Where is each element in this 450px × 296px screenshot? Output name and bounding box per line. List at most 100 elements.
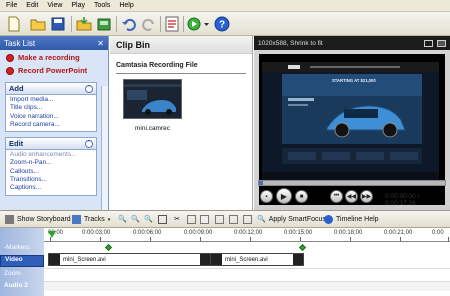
clip-name: mini.camrec bbox=[134, 125, 171, 132]
clip-bin-panel: Clip Bin Camtasia Recording File mini.ca… bbox=[110, 36, 253, 210]
video-preview[interactable]: STARTING AT $21,000 bbox=[262, 62, 439, 186]
tick-label: 0:00 bbox=[432, 230, 444, 236]
stop-playback-button[interactable]: ■ bbox=[295, 190, 308, 203]
forward-button[interactable]: ▶▶ bbox=[360, 190, 373, 203]
zoom-out-icon[interactable]: 🔍 bbox=[131, 215, 140, 223]
storyboard-icon bbox=[5, 215, 14, 224]
close-icon[interactable]: ✕ bbox=[97, 39, 104, 48]
redo-icon[interactable] bbox=[141, 16, 157, 32]
film-icon bbox=[49, 254, 60, 265]
timeline-help-label: Timeline Help bbox=[336, 216, 379, 223]
audio-enhancements-link[interactable]: Audio enhancements... bbox=[10, 151, 92, 159]
menu-help[interactable]: Help bbox=[119, 2, 133, 9]
video-track-label[interactable]: Video bbox=[0, 255, 44, 267]
menu-tools[interactable]: Tools bbox=[94, 2, 110, 9]
detach-icon[interactable] bbox=[437, 39, 446, 47]
toolbar-separator bbox=[71, 16, 72, 32]
markers-track bbox=[44, 243, 450, 253]
edit-group-title: Edit bbox=[9, 139, 24, 149]
apply-smartfocus-label: Apply SmartFocus bbox=[268, 215, 326, 223]
produce-icon[interactable] bbox=[187, 16, 203, 32]
record-camera-link[interactable]: Record camera... bbox=[10, 121, 92, 129]
edit-group-header[interactable]: Edit ⌃ bbox=[5, 137, 97, 150]
video-track: mini_Screen.avi mini_Screen.avi bbox=[44, 253, 450, 267]
checklist-icon[interactable] bbox=[164, 16, 180, 32]
film-icon bbox=[200, 254, 210, 265]
paste-icon[interactable] bbox=[200, 215, 209, 224]
collapse-icon[interactable]: ⌃ bbox=[85, 84, 93, 93]
import-icon[interactable] bbox=[76, 16, 92, 32]
svg-text:?: ? bbox=[219, 20, 225, 31]
tick-label: 0:00:06;00 bbox=[133, 230, 162, 236]
apply-smartfocus-button[interactable]: 🔍 Apply SmartFocus bbox=[257, 215, 326, 224]
marker-icon[interactable] bbox=[243, 215, 252, 224]
save-icon[interactable] bbox=[50, 16, 66, 32]
play-button[interactable]: ▶ bbox=[276, 188, 292, 204]
tracks-button[interactable]: Tracks ▾ bbox=[72, 215, 110, 224]
time-ruler[interactable]: 00:00 0:00:03;00 0:00:06;00 0:00:09;00 0… bbox=[44, 228, 450, 242]
task-list-scrollbar[interactable] bbox=[101, 86, 108, 210]
task-list-panel: Task List ✕ Make a recording Record Powe… bbox=[0, 36, 109, 210]
timeline-help-button[interactable]: Timeline Help bbox=[324, 215, 379, 224]
video-clip[interactable]: mini_Screen.avi bbox=[210, 253, 304, 266]
markers-track-label: -Markers bbox=[4, 244, 30, 251]
playhead[interactable] bbox=[48, 231, 56, 238]
record-icon bbox=[6, 53, 14, 62]
playback-progress[interactable] bbox=[258, 180, 446, 186]
audio-2-track-label: Audio 2 bbox=[4, 282, 28, 289]
edit-group-body: Audio enhancements... Zoom-n-Pan... Call… bbox=[5, 149, 97, 196]
zoom-fit-icon[interactable]: 🔍 bbox=[144, 215, 153, 223]
voice-narration-link[interactable]: Voice narration... bbox=[10, 113, 92, 121]
stop-button[interactable]: ▪ bbox=[260, 190, 273, 203]
playback-progress-fill bbox=[259, 181, 263, 185]
menu-edit[interactable]: Edit bbox=[26, 2, 38, 9]
toolbar-separator bbox=[183, 16, 184, 32]
menu-play[interactable]: Play bbox=[71, 2, 85, 9]
menu-file[interactable]: File bbox=[6, 2, 17, 9]
record-powerpoint-link[interactable]: Record PowerPoint bbox=[0, 65, 108, 78]
marker[interactable] bbox=[104, 243, 113, 252]
rewind-button[interactable]: ◀◀ bbox=[345, 190, 358, 203]
clip-thumbnail[interactable] bbox=[123, 79, 182, 119]
marker[interactable] bbox=[298, 243, 307, 252]
captions-link[interactable]: Captions... bbox=[10, 184, 92, 192]
task-list-header: Task List ✕ bbox=[0, 36, 108, 50]
jump-start-button[interactable]: ⏮ bbox=[330, 190, 343, 203]
collapse-icon[interactable]: ⌃ bbox=[85, 139, 93, 148]
title-clips-link[interactable]: Title clips... bbox=[10, 104, 92, 112]
help-icon[interactable]: ? bbox=[214, 16, 230, 32]
video-clip-label: mini_Screen.avi bbox=[63, 256, 106, 263]
undo-icon[interactable] bbox=[121, 16, 137, 32]
cut-icon[interactable]: ✂ bbox=[174, 215, 180, 223]
add-group-header[interactable]: Add ⌃ bbox=[5, 82, 97, 94]
add-group-body: Import media... Title clips... Voice nar… bbox=[5, 94, 97, 133]
fullscreen-icon[interactable] bbox=[424, 39, 433, 47]
zoom-in-icon[interactable]: 🔍 bbox=[118, 215, 127, 223]
clip-bin-title: Clip Bin bbox=[110, 36, 252, 54]
zoom-track-label: Zoom bbox=[4, 270, 21, 277]
transitions-link[interactable]: Transitions... bbox=[10, 176, 92, 184]
zoom-n-pan-link[interactable]: Zoom-n-Pan... bbox=[10, 159, 92, 167]
callouts-link[interactable]: Callouts... bbox=[10, 168, 92, 176]
make-recording-link[interactable]: Make a recording bbox=[0, 50, 108, 65]
split-icon[interactable] bbox=[158, 215, 167, 224]
extend-frame-icon[interactable] bbox=[229, 215, 238, 224]
tick-label: 0:00:15;00 bbox=[284, 230, 313, 236]
menu-bar: File Edit View Play Tools Help bbox=[0, 0, 450, 12]
export-icon[interactable] bbox=[96, 16, 112, 32]
import-media-link[interactable]: Import media... bbox=[10, 96, 92, 104]
video-clip[interactable]: mini_Screen.avi bbox=[48, 253, 211, 266]
delete-icon[interactable] bbox=[215, 215, 224, 224]
copy-icon[interactable] bbox=[187, 215, 196, 224]
open-folder-icon[interactable] bbox=[30, 16, 46, 32]
zoom-track bbox=[44, 268, 450, 280]
new-project-icon[interactable] bbox=[6, 16, 22, 32]
tracks-icon bbox=[72, 215, 81, 224]
chevron-down-icon[interactable] bbox=[203, 16, 210, 32]
preview-header: 1020x588, Shrink to fit bbox=[254, 36, 450, 50]
film-icon bbox=[211, 254, 222, 265]
add-group-title: Add bbox=[9, 84, 24, 93]
show-storyboard-button[interactable]: Show Storyboard bbox=[5, 215, 71, 224]
make-recording-label: Make a recording bbox=[18, 53, 80, 62]
menu-view[interactable]: View bbox=[47, 2, 62, 9]
